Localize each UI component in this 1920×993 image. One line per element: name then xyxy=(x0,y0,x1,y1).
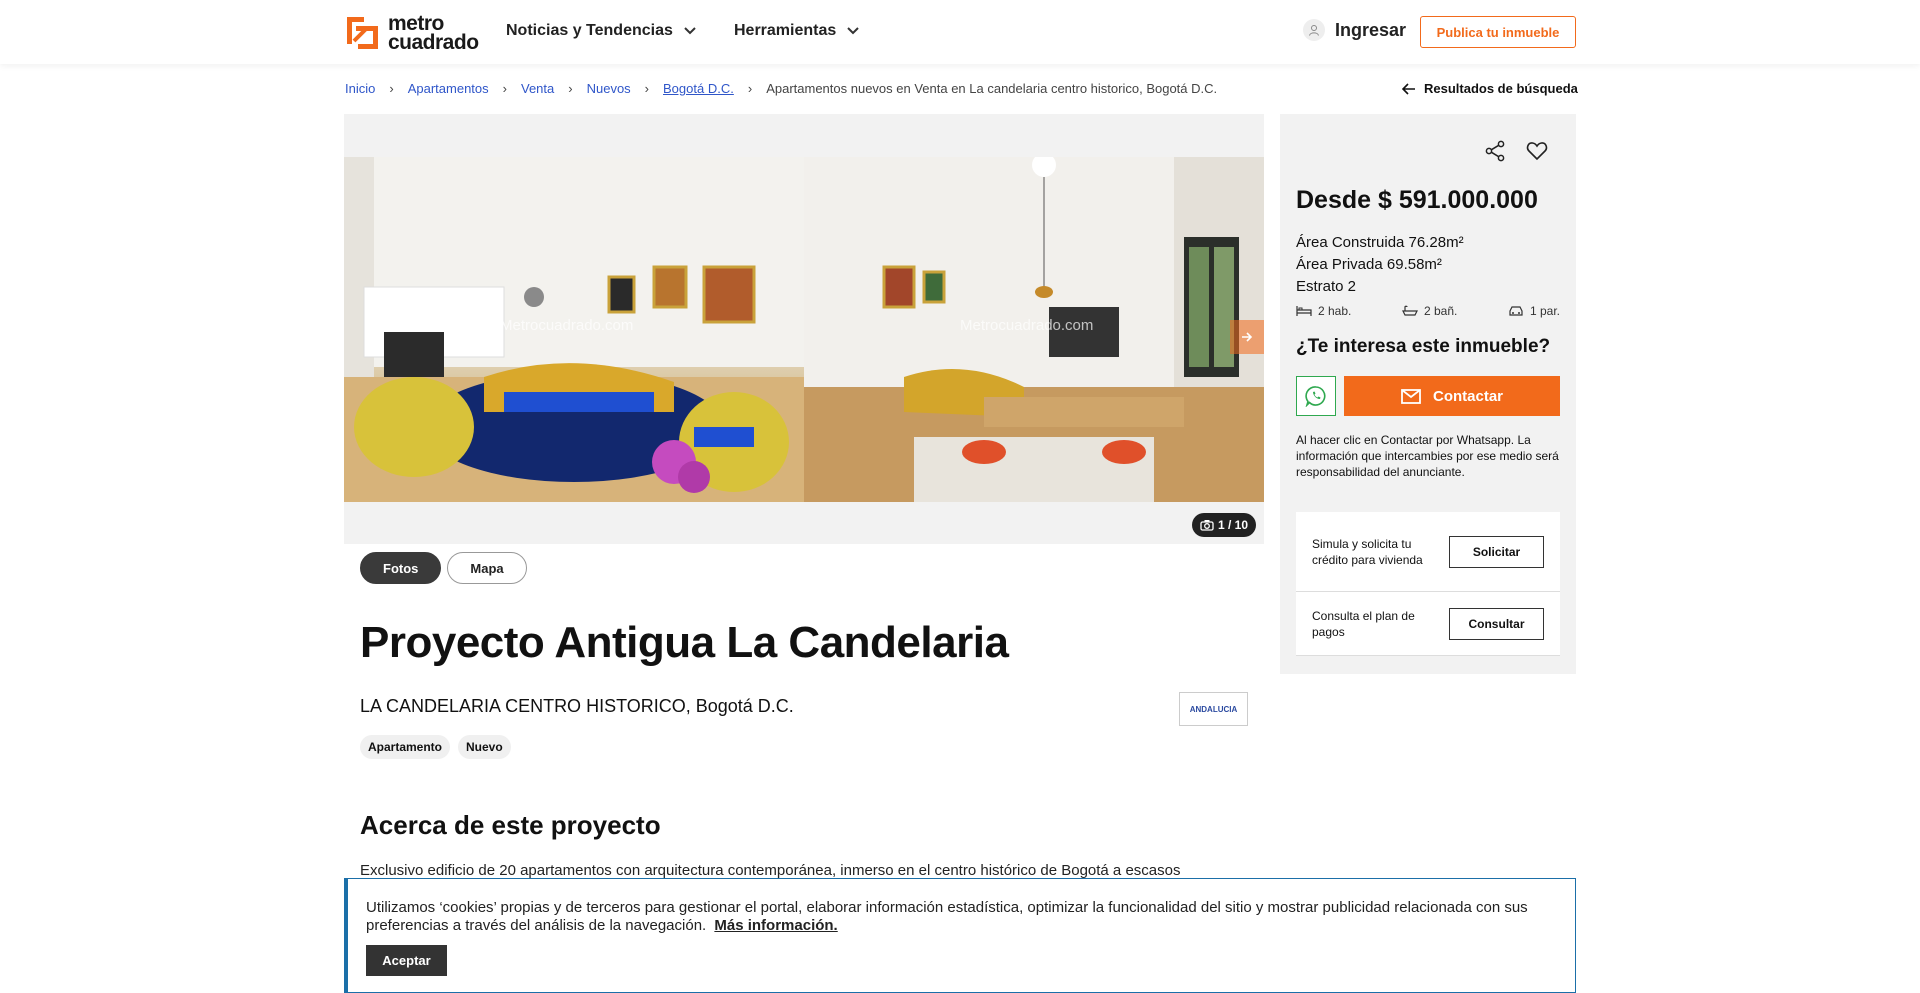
listing-tags: Apartamento Nuevo xyxy=(360,735,511,759)
breadcrumb-separator: › xyxy=(389,81,394,96)
breadcrumb-separator: › xyxy=(502,81,507,96)
breadcrumb-item-apartamentos[interactable]: Apartamentos xyxy=(408,81,489,96)
user-icon xyxy=(1303,19,1325,41)
breadcrumb-current: Apartamentos nuevos en Venta en La cande… xyxy=(766,81,1218,96)
tag-nuevo: Nuevo xyxy=(458,735,511,759)
nav-noticias-label: Noticias y Tendencias xyxy=(506,22,673,39)
credit-simular-label: Simula y solicita tu crédito para vivien… xyxy=(1312,536,1423,567)
login-button[interactable]: Ingresar xyxy=(1303,19,1406,41)
car-icon xyxy=(1509,306,1523,316)
share-icon[interactable] xyxy=(1484,140,1506,162)
logo-icon xyxy=(344,14,382,52)
mail-icon xyxy=(1401,388,1421,404)
amenity-bedrooms: 2 hab. xyxy=(1296,304,1351,318)
media-tabs: Fotos Mapa xyxy=(360,552,527,584)
about-text: Exclusivo edificio de 20 apartamentos co… xyxy=(360,862,1181,879)
sidebar-actions xyxy=(1484,140,1548,162)
login-label: Ingresar xyxy=(1335,19,1407,40)
breadcrumb-separator: › xyxy=(747,81,753,96)
tag-apartamento: Apartamento xyxy=(360,735,451,759)
logo-wordmark: metro cuadrado xyxy=(388,13,479,54)
bed-icon xyxy=(1296,306,1312,316)
photo-watermark: Metrocuadrado.com xyxy=(960,317,1094,334)
photo-watermark: Metrocuadrado.com xyxy=(500,317,634,334)
back-to-results-label: Resultados de búsqueda xyxy=(1424,81,1578,96)
amenity-bedrooms-label: 2 hab. xyxy=(1318,304,1352,318)
gallery-photo-2[interactable]: Metrocuadrado.com xyxy=(804,157,1264,502)
amenity-bathrooms: 2 bañ. xyxy=(1402,304,1457,318)
nav-herramientas-label: Herramientas xyxy=(734,22,837,39)
nav-noticias[interactable]: Noticias y Tendencias xyxy=(506,22,697,40)
solicitar-button[interactable]: Solicitar xyxy=(1449,535,1544,568)
logo-line-2: cuadrado xyxy=(388,31,479,54)
credit-options: Simula y solicita tu crédito para vivien… xyxy=(1296,512,1560,656)
breadcrumb-separator: › xyxy=(568,81,573,96)
whatsapp-button[interactable] xyxy=(1296,376,1336,416)
photo-gallery: Metrocuadrado.com Metrocuadrado.com 1 / … xyxy=(344,114,1264,544)
amenity-parking: 1 par. xyxy=(1508,304,1560,318)
breadcrumb-item-venta[interactable]: Venta xyxy=(521,81,554,96)
cookie-message: Utilizamos ‘cookies’ propias y de tercer… xyxy=(366,899,1528,934)
bathtub-icon xyxy=(1402,305,1418,316)
whatsapp-icon xyxy=(1305,386,1326,407)
breadcrumb-item-bogota[interactable]: Bogotá D.C. xyxy=(663,81,734,96)
listing-location: LA CANDELARIA CENTRO HISTORICO, Bogotá D… xyxy=(360,696,794,716)
credit-row-simular: Simula y solicita tu crédito para vivien… xyxy=(1296,512,1560,592)
arrow-right-icon xyxy=(1242,332,1253,342)
builder-logo-text: ANDALUCIA xyxy=(1189,704,1238,714)
photo-counter-label: 1 / 10 xyxy=(1217,518,1249,532)
feature-area-construida: Área Construida 76.28m² xyxy=(1296,234,1464,251)
builder-logo[interactable]: ANDALUCIA xyxy=(1179,692,1248,726)
consultar-button[interactable]: Consultar xyxy=(1449,607,1544,640)
interest-title: ¿Te interesa este inmueble? xyxy=(1296,336,1551,357)
cookie-more-info-link[interactable]: Más información. xyxy=(714,917,837,934)
contact-button[interactable]: Contactar xyxy=(1344,376,1560,416)
publish-property-button[interactable]: Publica tu inmueble xyxy=(1420,16,1576,48)
accept-cookies-button[interactable]: Aceptar xyxy=(366,945,447,976)
back-to-results-link[interactable]: Resultados de búsqueda xyxy=(1402,81,1578,96)
credit-row-plan-pagos: Consulta el plan de pagos Consultar xyxy=(1296,592,1560,656)
about-title: Acerca de este proyecto xyxy=(360,810,661,840)
cookie-banner: Utilizamos ‘cookies’ propias y de tercer… xyxy=(344,878,1576,993)
heart-icon[interactable] xyxy=(1526,140,1548,162)
breadcrumb-item-nuevos[interactable]: Nuevos xyxy=(587,81,631,96)
feature-area-privada: Área Privada 69.58m² xyxy=(1296,256,1442,273)
amenity-bathrooms-label: 2 bañ. xyxy=(1423,304,1458,318)
site-logo[interactable]: metro cuadrado xyxy=(344,13,479,54)
feature-estrato: Estrato 2 xyxy=(1296,278,1357,295)
whatsapp-disclaimer: Al hacer clic en Contactar por Whatsapp.… xyxy=(1296,433,1559,479)
camera-icon xyxy=(1200,520,1214,531)
breadcrumb-separator: › xyxy=(644,81,650,96)
chevron-down-icon xyxy=(684,27,696,35)
gallery-photo-1[interactable]: Metrocuadrado.com xyxy=(344,157,804,502)
breadcrumb: Inicio › Apartamentos › Venta › Nuevos ›… xyxy=(345,81,1217,96)
photo-counter: 1 / 10 xyxy=(1192,513,1256,537)
nav-herramientas[interactable]: Herramientas xyxy=(734,22,860,40)
amenity-parking-label: 1 par. xyxy=(1529,304,1560,318)
tab-mapa[interactable]: Mapa xyxy=(447,552,527,584)
listing-title: Proyecto Antigua La Candelaria xyxy=(360,618,1009,667)
plan-pagos-label: Consulta el plan de pagos xyxy=(1312,608,1415,639)
tab-fotos[interactable]: Fotos xyxy=(360,552,442,584)
cookie-text: Utilizamos ‘cookies’ propias y de tercer… xyxy=(366,899,1556,935)
arrow-left-icon xyxy=(1402,82,1415,95)
site-header: metro cuadrado Noticias y Tendencias Her… xyxy=(0,0,1920,64)
breadcrumb-item-inicio[interactable]: Inicio xyxy=(345,81,375,96)
contact-button-label: Contactar xyxy=(1432,387,1503,405)
chevron-down-icon xyxy=(847,27,859,35)
amenities-row: 2 hab. 2 bañ. 1 par. xyxy=(1296,304,1560,318)
gallery-next-button[interactable] xyxy=(1230,320,1264,354)
listing-price: Desde $ 591.000.000 xyxy=(1296,186,1538,214)
